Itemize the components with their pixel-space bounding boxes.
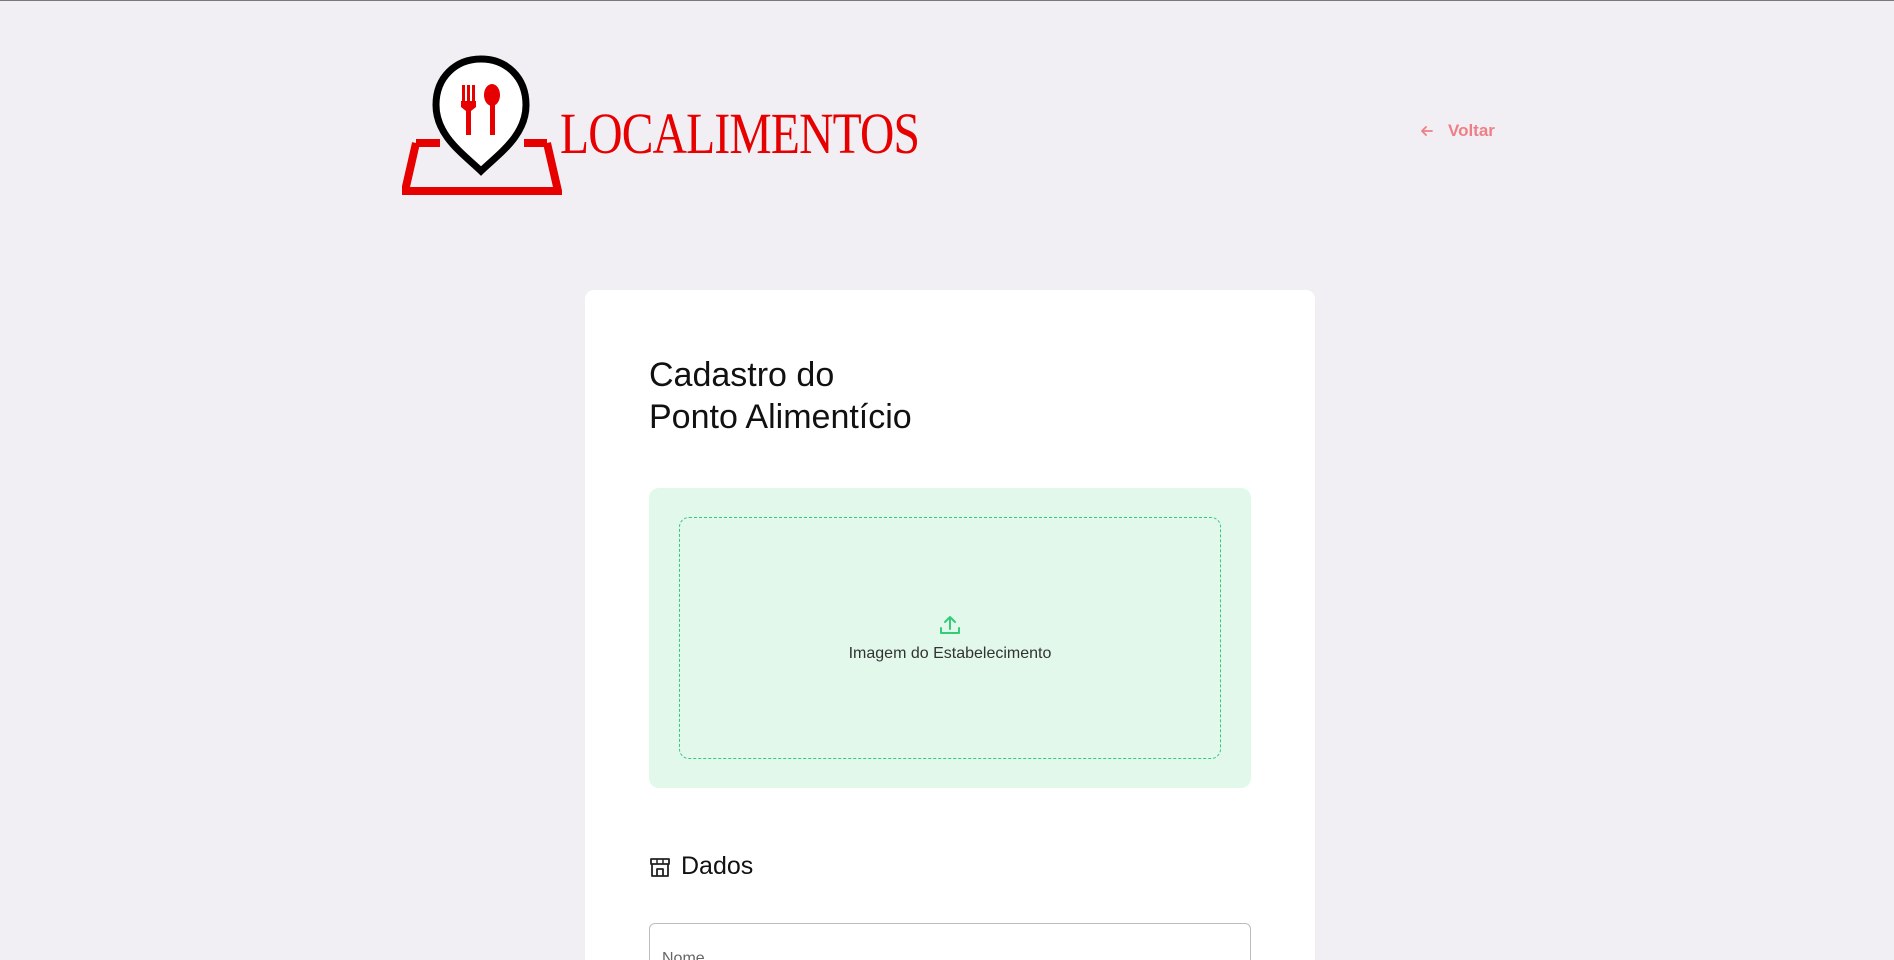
page: LOCALIMENTOS Voltar Cadastro do Ponto Al…: [0, 0, 1894, 960]
image-dropzone[interactable]: Imagem do Estabelecimento: [679, 517, 1221, 759]
section-title: Dados: [681, 852, 754, 880]
store-icon: [650, 857, 670, 877]
name-input[interactable]: [649, 923, 1251, 960]
map-pin-fork-spoon-icon: [402, 55, 562, 195]
logo-text: LOCALIMENTOS: [560, 101, 920, 166]
image-upload-area: Imagem do Estabelecimento: [649, 488, 1251, 788]
page-title-line1: Cadastro do: [649, 356, 835, 394]
registration-form: Cadastro do Ponto Alimentício Imagem do …: [585, 290, 1315, 960]
page-title: Cadastro do Ponto Alimentício: [649, 354, 1251, 438]
back-link-label: Voltar: [1448, 121, 1495, 140]
page-title-line2: Ponto Alimentício: [649, 398, 912, 436]
upload-icon: [940, 616, 960, 634]
logo: LOCALIMENTOS: [402, 55, 920, 197]
arrow-left-icon: [1421, 126, 1433, 136]
section-dados: Dados: [649, 852, 1251, 881]
upload-label: Imagem do Estabelecimento: [848, 645, 1052, 662]
back-link[interactable]: Voltar: [1420, 121, 1495, 141]
